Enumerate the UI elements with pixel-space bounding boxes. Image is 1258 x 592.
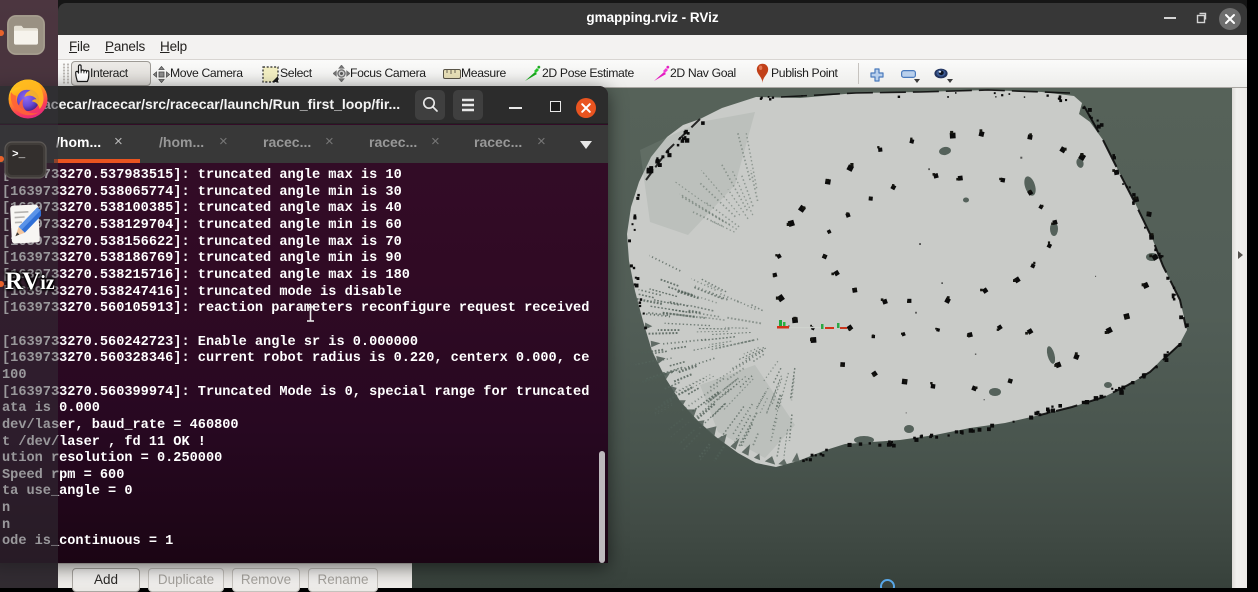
- svg-text:>_: >_: [12, 149, 26, 161]
